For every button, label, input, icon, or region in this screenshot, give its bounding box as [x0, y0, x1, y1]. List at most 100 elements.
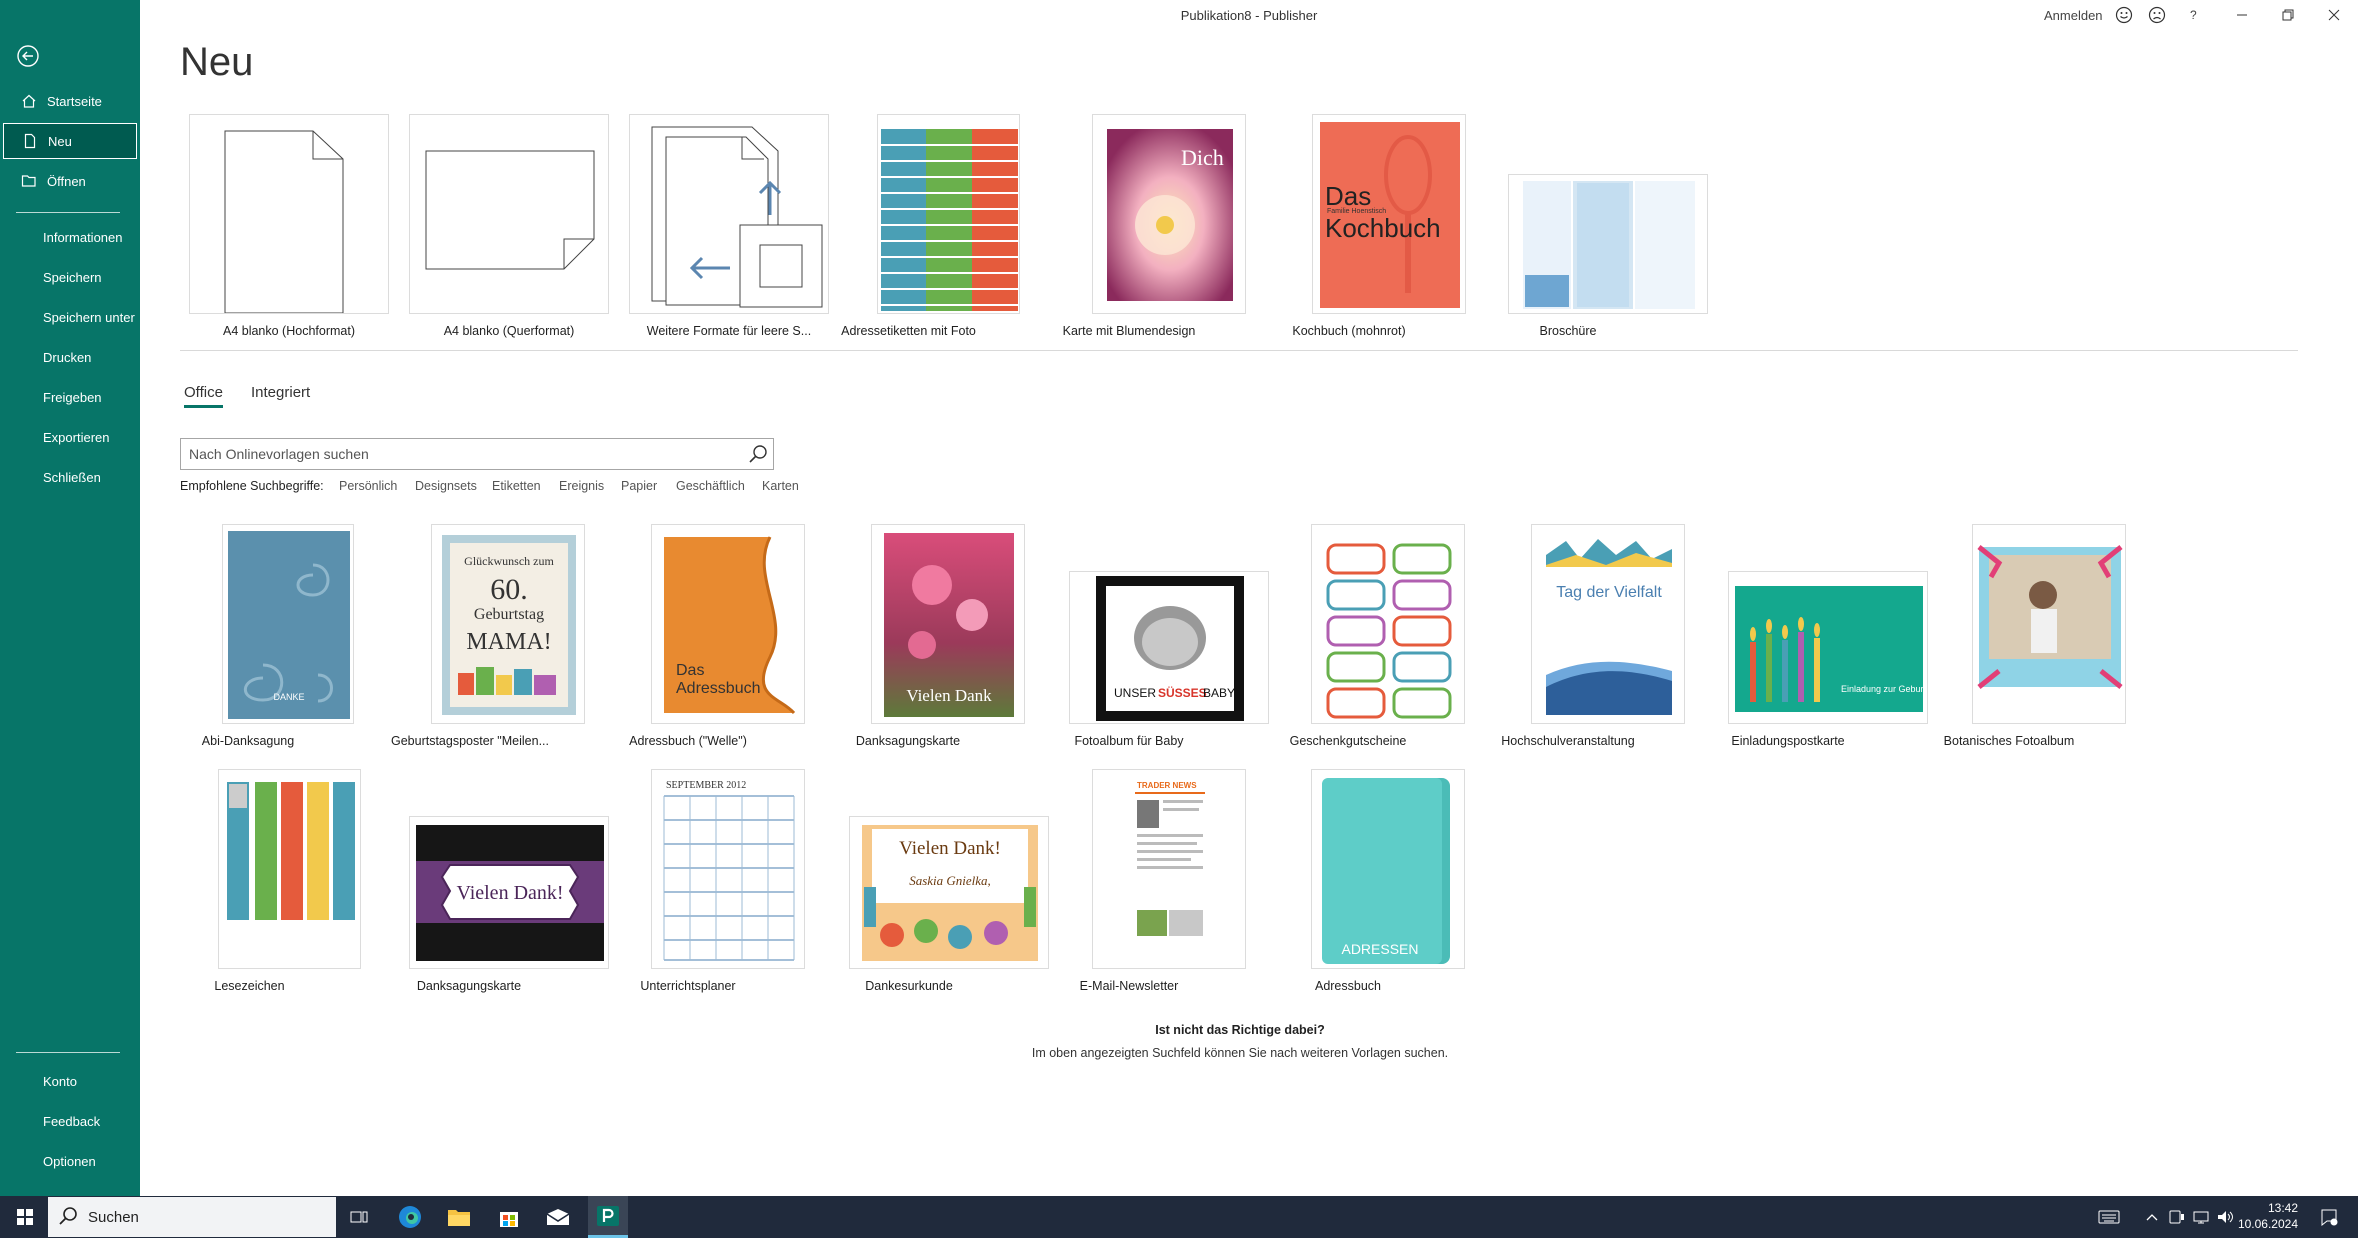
template-caption: Hochschulveranstaltung	[1501, 734, 1635, 748]
thumb-text: Vielen Dank!	[899, 838, 1001, 859]
edge-icon[interactable]	[395, 1196, 425, 1238]
system-clock[interactable]: 13:42 10.06.2024	[2238, 1200, 2298, 1232]
folder-open-icon	[21, 175, 36, 187]
dankesurkunde-thumbnail: Vielen Dank! Saskia Gnielka,	[862, 825, 1038, 961]
keyboard-icon[interactable]	[2096, 1196, 2122, 1238]
back-arrow-icon[interactable]	[16, 44, 40, 68]
more-formats-icon	[651, 126, 823, 308]
blank-portrait-icon	[224, 130, 344, 313]
windows-start-icon[interactable]	[10, 1196, 40, 1238]
fotoalbum-baby-thumbnail: UNSER SÜSSESBABY	[1096, 576, 1244, 721]
taskbar-search-icon	[59, 1207, 77, 1225]
search-icon[interactable]	[743, 439, 773, 469]
nav-startseite[interactable]: Startseite	[3, 83, 137, 119]
einladungspostkarte-thumbnail: Einladung zur Geburtstagsparty!	[1735, 586, 1928, 712]
nav-exportieren[interactable]: Exportieren	[3, 419, 137, 455]
template-caption: Geburtstagsposter "Meilen...	[391, 734, 549, 748]
thumb-text: TRADER NEWS	[1137, 781, 1197, 790]
signin-button[interactable]: Anmelden	[2044, 8, 2103, 23]
thumb-text: SÜSSES	[1158, 685, 1207, 700]
backstage-sidebar: Startseite Neu Öffnen Informationen Spei…	[0, 0, 140, 1196]
store-icon[interactable]	[494, 1196, 524, 1238]
danksagungskarte-thumbnail: Vielen Dank	[884, 533, 1014, 717]
clock-date: 10.06.2024	[2237, 1217, 2298, 1231]
cookbook-title-2: Kochbuch	[1325, 213, 1441, 243]
nav-schliessen[interactable]: Schließen	[3, 459, 137, 495]
no-match-hint: Im oben angezeigten Suchfeld können Sie …	[1031, 1046, 1449, 1060]
frown-icon[interactable]	[2145, 3, 2169, 27]
nav-label: Exportieren	[43, 429, 110, 445]
adressbuch-thumbnail: ADRESSEN	[1322, 778, 1450, 964]
card-script: Dich	[1181, 145, 1224, 170]
suggestion-papier[interactable]: Papier	[621, 479, 657, 493]
sidebar-divider	[16, 212, 120, 213]
suggestion-ereignis[interactable]: Ereignis	[559, 479, 604, 493]
close-icon[interactable]	[2322, 3, 2346, 27]
home-icon	[22, 94, 36, 108]
suggestion-geschaeftlich[interactable]: Geschäftlich	[676, 479, 745, 493]
nav-neu[interactable]: Neu	[3, 123, 137, 159]
nav-label: Speichern	[43, 269, 102, 285]
nav-speichern[interactable]: Speichern	[3, 259, 137, 295]
nav-label: Informationen	[43, 229, 123, 245]
taskbar-search[interactable]: Suchen	[48, 1197, 336, 1237]
minimize-icon[interactable]	[2230, 3, 2254, 27]
suggestions-label: Empfohlene Suchbegriffe:	[180, 479, 324, 493]
thumb-text: 60.	[490, 573, 528, 606]
volume-icon[interactable]	[2214, 1196, 2236, 1238]
thumb-text: ADRESSEN	[1341, 941, 1418, 957]
template-caption: Einladungspostkarte	[1731, 734, 1845, 748]
nav-label: Speichern unter	[43, 309, 135, 325]
thumb-text: MAMA!	[466, 629, 551, 655]
template-caption: Danksagungskarte	[855, 734, 961, 748]
taskbar-search-label: Suchen	[88, 1208, 139, 1226]
no-match-title: Ist nicht das Richtige dabei?	[1155, 1023, 1325, 1037]
smile-icon[interactable]	[2112, 3, 2136, 27]
suggestion-designsets[interactable]: Designsets	[415, 479, 477, 493]
cookbook-title-1: Das	[1325, 181, 1371, 211]
help-button[interactable]: ?	[2190, 8, 2197, 22]
nav-label: Drucken	[43, 349, 92, 365]
mail-icon[interactable]	[543, 1196, 573, 1238]
nav-label: Feedback	[43, 1113, 101, 1129]
publisher-taskbar-icon[interactable]	[588, 1196, 628, 1238]
file-explorer-icon[interactable]	[444, 1196, 474, 1238]
sidebar-divider	[16, 1052, 120, 1053]
nav-label: Öffnen	[47, 173, 86, 189]
suggestion-persoenlich[interactable]: Persönlich	[339, 479, 397, 493]
thumb-text: Einladung zur Geburtstagsparty!	[1841, 684, 1928, 694]
task-view-icon[interactable]	[344, 1196, 374, 1238]
cookbook-subtitle: Familie Hoenstisch	[1327, 208, 1386, 215]
template-caption: Lesezeichen	[214, 979, 285, 993]
template-caption: Unterrichtsplaner	[640, 979, 736, 993]
nav-freigeben[interactable]: Freigeben	[3, 379, 137, 415]
adressbuch-welle-thumbnail: DasAdressbuch	[664, 536, 796, 715]
publisher-backstage: Startseite Neu Öffnen Informationen Spei…	[0, 0, 2358, 1238]
network-icon[interactable]	[2190, 1196, 2212, 1238]
nav-optionen[interactable]: Optionen	[3, 1143, 137, 1179]
search-input[interactable]	[181, 440, 743, 468]
nav-drucken[interactable]: Drucken	[3, 339, 137, 375]
chevron-up-icon[interactable]	[2142, 1196, 2162, 1238]
tab-integriert[interactable]: Integriert	[251, 384, 310, 401]
nav-konto[interactable]: Konto	[3, 1063, 137, 1099]
suggestion-karten[interactable]: Karten	[762, 479, 799, 493]
suggestion-etiketten[interactable]: Etiketten	[492, 479, 541, 493]
template-caption: Broschüre	[1539, 324, 1597, 338]
thumb-text: Vielen Dank	[906, 686, 992, 705]
address-labels-thumbnail	[878, 115, 1019, 313]
nav-feedback[interactable]: Feedback	[3, 1103, 137, 1139]
restore-icon[interactable]	[2276, 3, 2300, 27]
blank-landscape-icon	[425, 150, 595, 270]
title-bar: Publikation8 - Publisher Anmelden ?	[140, 0, 2358, 32]
nav-label: Optionen	[43, 1153, 96, 1169]
thumb-text: Vielen Dank!	[456, 882, 563, 904]
device-icon[interactable]	[2166, 1196, 2188, 1238]
cookbook-thumbnail: DasKochbuchFamilie Hoenstisch	[1320, 122, 1460, 308]
nav-informationen[interactable]: Informationen	[3, 219, 137, 255]
nav-speichern-unter[interactable]: Speichern unter	[3, 299, 137, 335]
thumb-text: Tag der Vielfalt	[1556, 584, 1662, 601]
notification-icon[interactable]	[2314, 1196, 2344, 1238]
nav-oeffnen[interactable]: Öffnen	[3, 163, 137, 199]
tab-office[interactable]: Office	[184, 384, 223, 408]
